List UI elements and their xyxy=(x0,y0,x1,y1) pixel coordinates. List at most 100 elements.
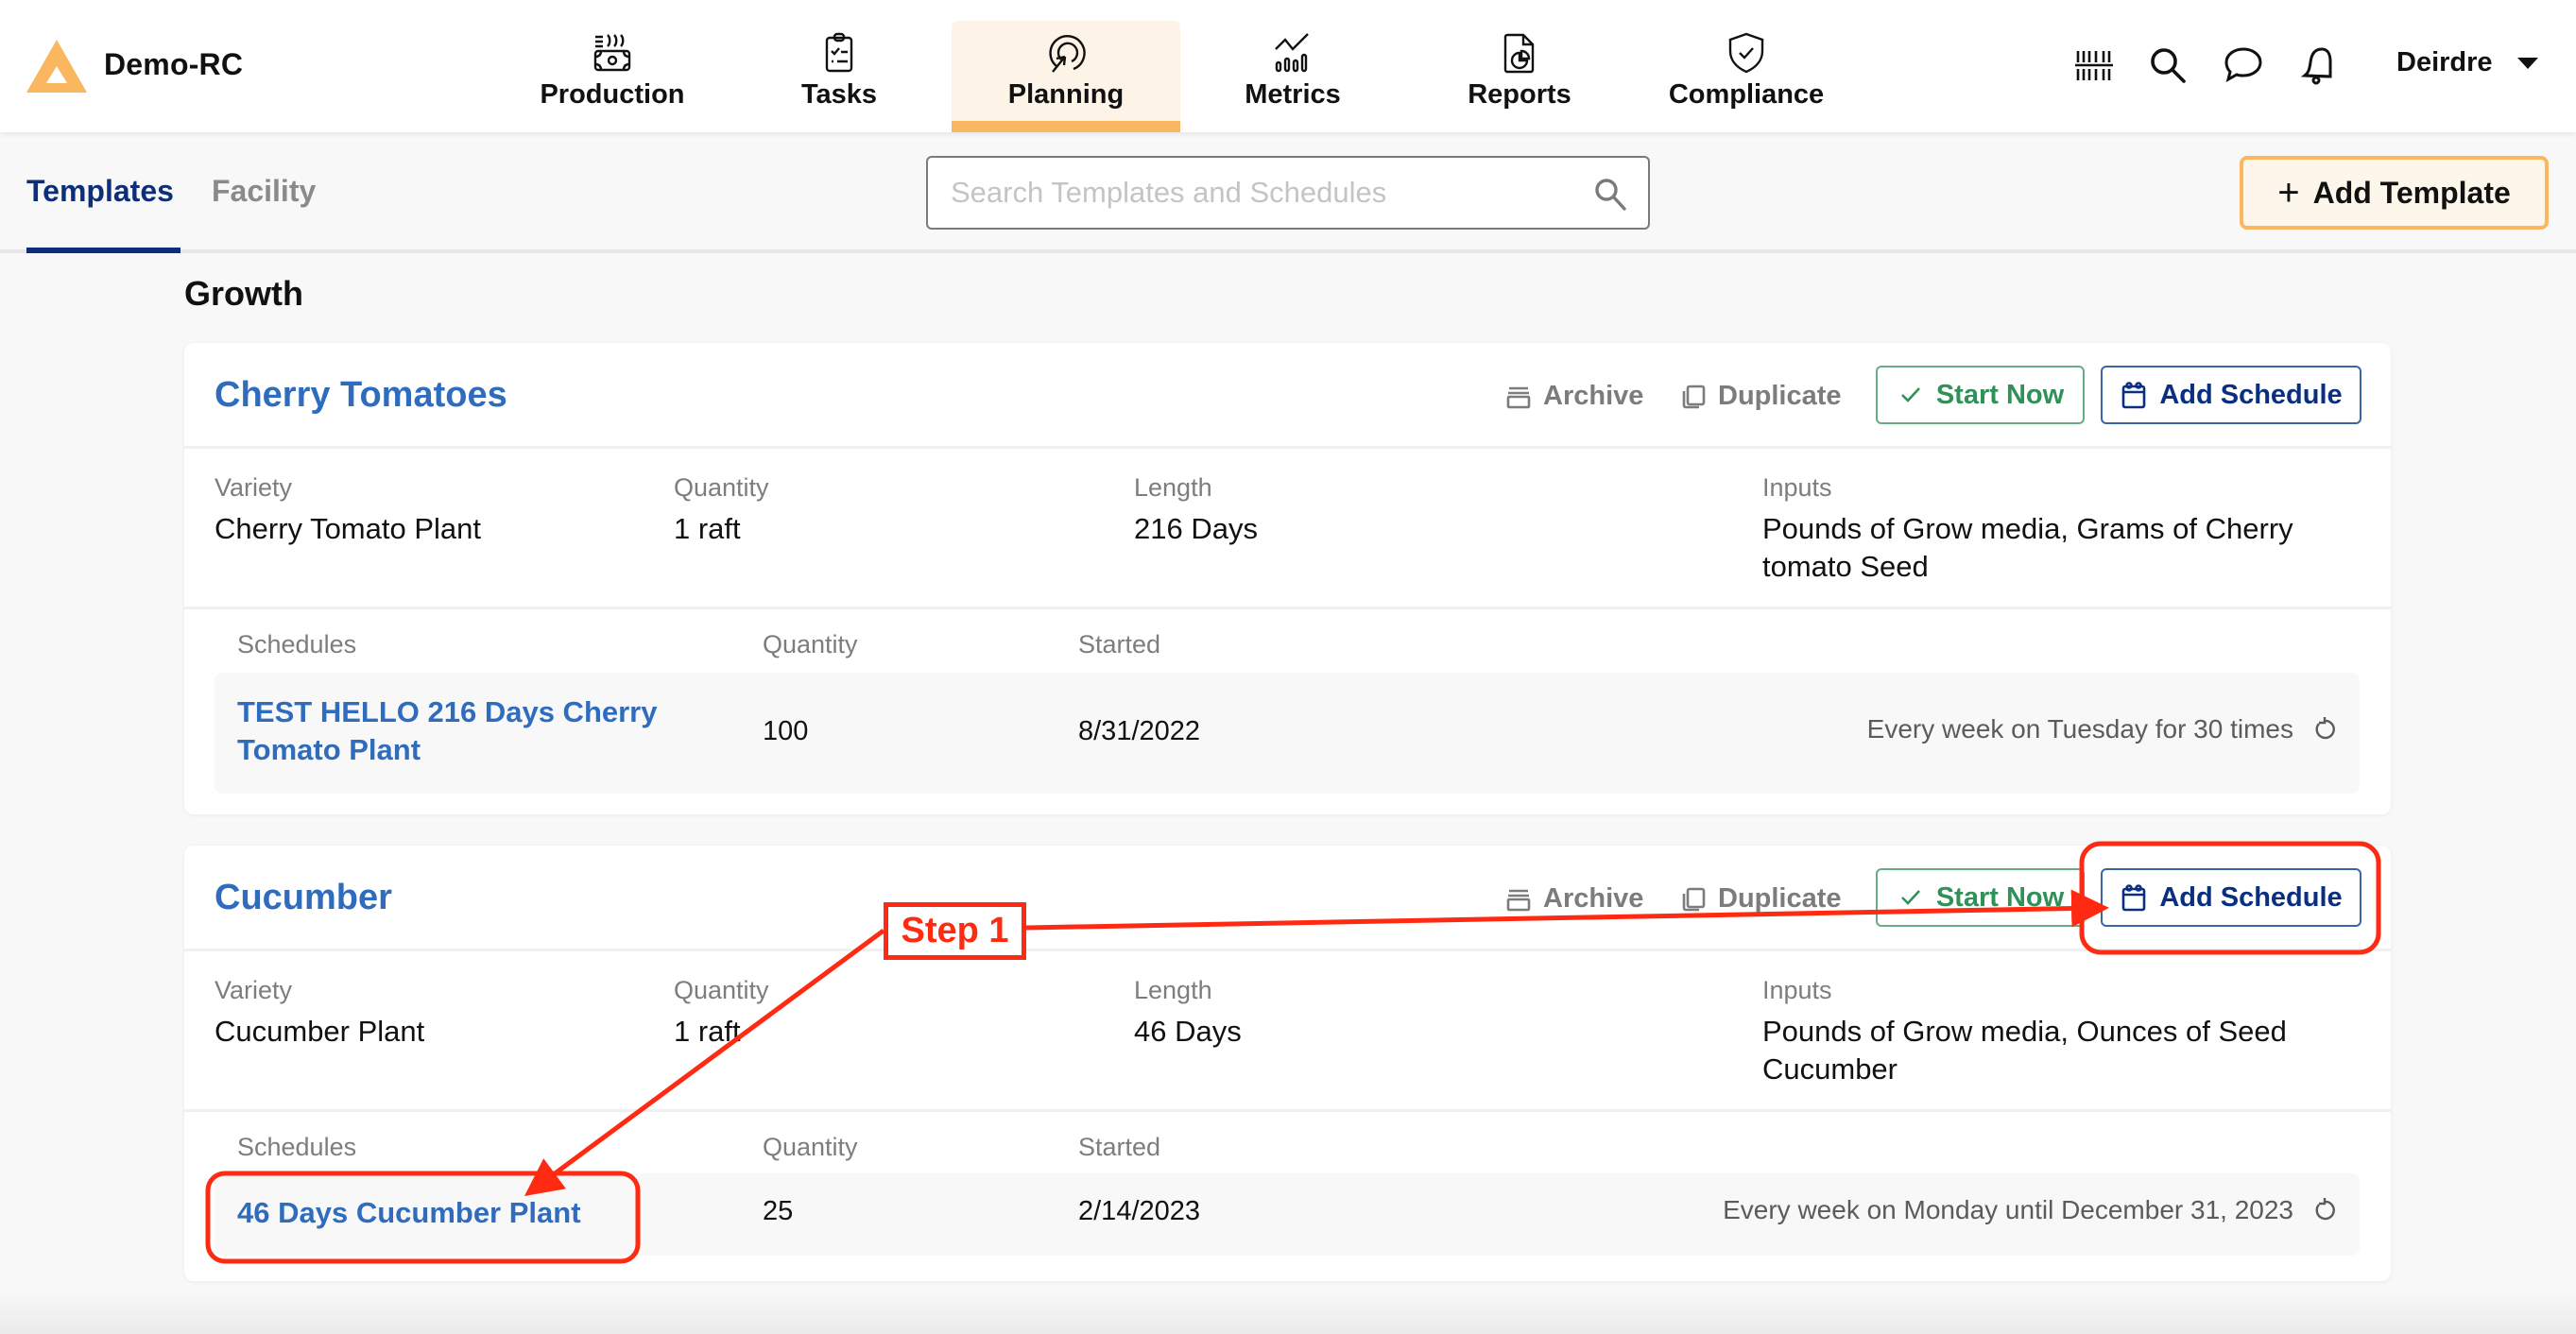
variety-label: Variety xyxy=(215,473,293,502)
tab-facility[interactable]: Facility xyxy=(212,174,316,209)
quantity-label: Quantity xyxy=(674,976,769,1004)
nav-label: Tasks xyxy=(800,79,878,110)
length-label: Length xyxy=(1134,976,1212,1004)
metrics-chart-icon xyxy=(1275,33,1309,73)
calendar-icon xyxy=(2122,884,2146,912)
user-menu[interactable]: Deirdre xyxy=(2396,47,2538,78)
schedule-row[interactable]: TEST HELLO 216 Days Cherry Tomato Plant … xyxy=(215,673,2360,794)
schedule-name-link[interactable]: TEST HELLO 216 Days Cherry Tomato Plant xyxy=(237,693,729,769)
chevron-down-icon xyxy=(2516,57,2538,69)
clipboard-checklist-icon xyxy=(825,32,853,73)
sub-toolbar: Templates Facility + Add Template xyxy=(0,132,2576,253)
nav-tasks[interactable]: Tasks xyxy=(725,21,953,132)
add-schedule-button[interactable]: Add Schedule xyxy=(2101,868,2361,927)
variety-value: Cherry Tomato Plant xyxy=(215,512,481,545)
search-box xyxy=(926,156,1650,230)
template-card: Cherry Tomatoes Archive Duplicate Start … xyxy=(184,343,2391,814)
started-header: Started xyxy=(1078,1133,1161,1161)
nav-label: Compliance xyxy=(1668,79,1825,110)
length-field: Length 216 Days xyxy=(1134,473,1258,548)
schedules-header: Schedules xyxy=(237,1133,357,1161)
tab-templates[interactable]: Templates xyxy=(26,174,174,209)
nav-compliance[interactable]: Compliance xyxy=(1632,21,1861,132)
shield-check-icon xyxy=(1728,32,1764,74)
schedule-name-link[interactable]: 46 Days Cucumber Plant xyxy=(237,1194,581,1232)
start-now-label: Start Now xyxy=(1935,379,2065,410)
chat-icon[interactable] xyxy=(2222,43,2265,87)
archive-label: Archive xyxy=(1543,883,1644,914)
nav-reports[interactable]: Reports xyxy=(1405,21,1634,132)
nav-label: Production xyxy=(540,79,685,110)
schedules-section: Schedules Quantity Started 46 Days Cucum… xyxy=(184,1112,2391,1281)
quantity-value: 1 raft xyxy=(674,512,741,545)
report-document-icon xyxy=(1503,33,1535,74)
search-icon[interactable] xyxy=(2146,43,2190,87)
nav-planning[interactable]: Planning xyxy=(952,21,1180,132)
quantity-header: Quantity xyxy=(763,630,858,658)
app-name[interactable]: Demo-RC xyxy=(104,47,243,82)
inputs-value: Pounds of Grow media, Grams of Cherry to… xyxy=(1762,512,2293,583)
schedule-row[interactable]: 46 Days Cucumber Plant 25 2/14/2023 Ever… xyxy=(215,1173,2360,1256)
search-input[interactable] xyxy=(951,176,1555,210)
start-now-button[interactable]: Start Now xyxy=(1876,868,2085,927)
length-field: Length 46 Days xyxy=(1134,976,1242,1051)
started-header: Started xyxy=(1078,630,1161,658)
quantity-value: 1 raft xyxy=(674,1015,741,1048)
add-schedule-button[interactable]: Add Schedule xyxy=(2101,366,2361,424)
repeat-icon[interactable] xyxy=(2310,715,2339,744)
quantity-header: Quantity xyxy=(763,1133,858,1161)
length-value: 216 Days xyxy=(1134,512,1258,545)
repeat-icon[interactable] xyxy=(2310,1196,2339,1224)
check-icon xyxy=(1900,890,1920,905)
add-template-button[interactable]: + Add Template xyxy=(2240,156,2549,230)
target-cursor-icon xyxy=(1049,35,1086,73)
template-title[interactable]: Cherry Tomatoes xyxy=(215,375,507,416)
inputs-label: Inputs xyxy=(1762,473,1832,502)
length-value: 46 Days xyxy=(1134,1015,1242,1048)
card-header: Cucumber Archive Duplicate Start Now Add… xyxy=(184,846,2391,951)
bell-icon[interactable] xyxy=(2297,43,2341,87)
template-card: Cucumber Archive Duplicate Start Now Add… xyxy=(184,846,2391,1281)
schedule-quantity: 25 xyxy=(763,1196,794,1226)
quantity-label: Quantity xyxy=(674,473,769,502)
start-now-label: Start Now xyxy=(1935,881,2065,913)
page-bottom-edge xyxy=(0,1296,2576,1334)
template-details: Variety Cherry Tomato Plant Quantity 1 r… xyxy=(184,449,2391,609)
inputs-field: Inputs Pounds of Grow media, Grams of Ch… xyxy=(1762,473,2367,586)
recurrence-text: Every week on Monday until December 31, … xyxy=(1723,1195,2293,1224)
top-navigation-bar: Demo-RC Production Tasks Planning Metric… xyxy=(0,0,2576,132)
archive-label: Archive xyxy=(1543,381,1644,411)
inputs-value: Pounds of Grow media, Ounces of Seed Cuc… xyxy=(1762,1015,2287,1086)
schedule-recurrence: Every week on Monday until December 31, … xyxy=(1723,1195,2339,1225)
search-icon[interactable] xyxy=(1591,175,1629,213)
variety-field: Variety Cucumber Plant xyxy=(215,976,424,1051)
archive-button[interactable]: Archive xyxy=(1505,381,1643,412)
app-logo-icon[interactable] xyxy=(25,38,89,94)
inputs-field: Inputs Pounds of Grow media, Ounces of S… xyxy=(1762,976,2367,1088)
schedule-started: 8/31/2022 xyxy=(1078,716,1201,746)
user-name: Deirdre xyxy=(2396,47,2493,77)
archive-button[interactable]: Archive xyxy=(1505,883,1643,915)
schedule-started: 2/14/2023 xyxy=(1078,1196,1201,1226)
duplicate-button[interactable]: Duplicate xyxy=(1680,883,1842,915)
schedule-recurrence: Every week on Tuesday for 30 times xyxy=(1867,714,2339,744)
inputs-label: Inputs xyxy=(1762,976,1832,1004)
section-title: Growth xyxy=(184,274,303,313)
plus-icon: + xyxy=(2277,172,2300,214)
production-icon xyxy=(593,34,631,72)
start-now-button[interactable]: Start Now xyxy=(1876,366,2085,424)
barcode-icon[interactable] xyxy=(2072,43,2116,87)
nav-label: Reports xyxy=(1468,79,1571,110)
nav-production[interactable]: Production xyxy=(498,21,727,132)
archive-icon xyxy=(1506,889,1531,911)
nav-metrics[interactable]: Metrics xyxy=(1178,21,1407,132)
quantity-field: Quantity 1 raft xyxy=(674,976,769,1051)
calendar-icon xyxy=(2122,382,2146,409)
step-1-label: Step 1 xyxy=(884,902,1026,960)
variety-field: Variety Cherry Tomato Plant xyxy=(215,473,481,548)
schedule-quantity: 100 xyxy=(763,716,809,746)
duplicate-label: Duplicate xyxy=(1718,381,1842,411)
duplicate-button[interactable]: Duplicate xyxy=(1680,381,1842,412)
template-details: Variety Cucumber Plant Quantity 1 raft L… xyxy=(184,951,2391,1112)
template-title[interactable]: Cucumber xyxy=(215,878,392,918)
